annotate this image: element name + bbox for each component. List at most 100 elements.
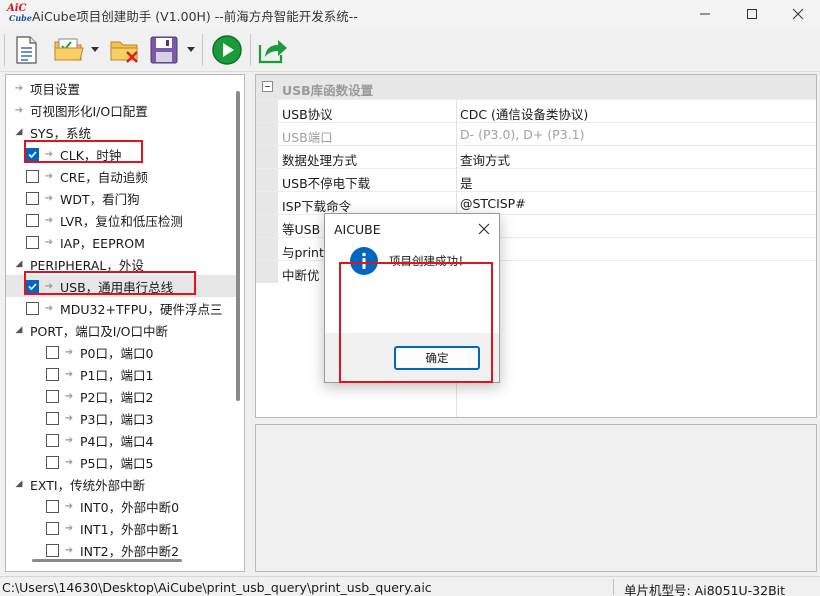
tree-item-checkbox[interactable] — [46, 433, 59, 447]
tree-item-checkbox[interactable] — [46, 411, 59, 425]
tree-item[interactable]: ➔ INT2，外部中断2 — [6, 539, 236, 561]
property-value[interactable]: @STCISP# — [460, 196, 526, 211]
expanded-caret-icon[interactable]: ◢ — [14, 325, 24, 335]
property-row-gutter — [256, 192, 278, 214]
tree-item[interactable]: ➔ MDU32+TFPU，硬件浮点三 — [6, 297, 236, 319]
property-row[interactable]: USB协议 CDC (通信设备类协议) — [256, 99, 816, 122]
close-project-button[interactable] — [108, 33, 142, 67]
property-value[interactable]: CDC (通信设备类协议) — [460, 104, 588, 123]
new-project-button[interactable] — [10, 33, 42, 67]
tree-item-checkbox[interactable] — [46, 367, 59, 381]
tree-item-checkbox[interactable] — [26, 235, 39, 249]
dialog-close-button[interactable] — [473, 218, 495, 240]
tree-item[interactable]: ◢ PORT，端口及I/O口中断 — [6, 319, 236, 341]
property-value[interactable]: 查询方式 — [460, 150, 510, 169]
tree-item[interactable]: ➔ LVR，复位和低压检测 — [6, 209, 236, 231]
tree-item-checkbox[interactable] — [46, 345, 59, 359]
collapse-section-icon[interactable] — [262, 81, 273, 92]
tree-arrow-icon: ➔ — [64, 522, 74, 534]
tree-item-checkbox[interactable] — [46, 389, 59, 403]
tree-item[interactable]: ➔ CRE，自动追频 — [6, 165, 236, 187]
property-row[interactable]: 数据处理方式 查询方式 — [256, 145, 816, 168]
feature-tree-panel[interactable]: ➔ 项目设置 ➔ 可视图形化I/O口配置 ◢ SYS，系统 ➔ CLK，时钟 ➔ CRE，自动追频… — [5, 74, 245, 572]
tree-item-checkbox[interactable] — [26, 301, 39, 315]
tree-item[interactable]: ➔ CLK，时钟 — [6, 143, 236, 165]
tree-item-checkbox[interactable] — [46, 455, 59, 469]
property-section-title: USB库函数设置 — [282, 83, 374, 98]
property-value[interactable]: D- (P3.0), D+ (P3.1) — [460, 127, 584, 142]
save-project-button[interactable] — [148, 33, 180, 67]
save-icon — [150, 36, 178, 64]
tree-item[interactable]: ➔ P2口，端口2 — [6, 385, 236, 407]
tree-item-checkbox[interactable] — [26, 147, 39, 161]
close-window-button[interactable] — [775, 0, 820, 28]
property-row[interactable]: ISP下载命令 @STCISP# — [256, 191, 816, 214]
save-dropdown-arrow-icon[interactable] — [186, 44, 196, 54]
property-description-pane — [255, 424, 817, 572]
tree-item-label: P2口，端口2 — [80, 389, 154, 405]
status-separator — [613, 579, 614, 595]
tree-item-checkbox[interactable] — [26, 213, 39, 227]
open-project-button[interactable] — [52, 33, 86, 67]
property-section-header[interactable]: USB库函数设置 — [256, 75, 816, 99]
expanded-caret-icon[interactable]: ◢ — [14, 259, 24, 269]
export-button[interactable] — [256, 33, 290, 67]
tree-item-checkbox[interactable] — [26, 169, 39, 183]
tree-item[interactable]: ➔ INT0，外部中断0 — [6, 495, 236, 517]
property-row[interactable]: USB不停电下载 是 — [256, 168, 816, 191]
dialog-title: AICUBE — [334, 222, 381, 237]
ok-button[interactable]: 确定 — [394, 346, 480, 370]
tree-arrow-icon: ➔ — [44, 170, 54, 182]
app-logo-line2: Cube — [9, 13, 32, 23]
tree-arrow-icon: ➔ — [44, 192, 54, 204]
tree-vertical-scrollbar[interactable] — [236, 91, 240, 401]
tree-item[interactable]: ➔ P3口，端口3 — [6, 407, 236, 429]
tree-item[interactable]: ➔ P1口，端口1 — [6, 363, 236, 385]
open-dropdown-arrow-icon[interactable] — [90, 44, 100, 54]
tree-item-label: P0口，端口0 — [80, 345, 154, 361]
tree-item[interactable]: ➔ P5口，端口5 — [6, 451, 236, 473]
tree-item[interactable]: ➔ 可视图形化I/O口配置 — [6, 99, 236, 121]
tree-item-checkbox[interactable] — [26, 191, 39, 205]
new-document-icon — [16, 36, 37, 64]
tree-item[interactable]: ➔ USB，通用串行总线 — [6, 275, 236, 297]
property-row-gutter — [256, 169, 278, 191]
tree-item[interactable]: ➔ WDT，看门狗 — [6, 187, 236, 209]
maximize-button[interactable] — [729, 0, 775, 28]
tree-item[interactable]: ➔ P4口，端口4 — [6, 429, 236, 451]
tree-item[interactable]: ➔ P0口，端口0 — [6, 341, 236, 363]
property-name: USB不停电下载 — [282, 176, 371, 191]
tree-item[interactable]: ◢ PERIPHERAL，外设 — [6, 253, 236, 275]
minimize-button[interactable] — [682, 0, 728, 28]
tree-arrow-icon: ➔ — [64, 346, 74, 358]
tree-item-checkbox[interactable] — [46, 521, 59, 535]
expanded-caret-icon[interactable]: ◢ — [14, 479, 24, 489]
tree-item[interactable]: ➔ IAP，EEPROM — [6, 231, 236, 253]
property-value[interactable]: 是 — [460, 173, 473, 192]
minimize-icon — [700, 13, 710, 15]
property-row[interactable]: USB端口 D- (P3.0), D+ (P3.1) — [256, 122, 816, 145]
tree-item[interactable]: ◢ EXTI，传统外部中断 — [6, 473, 236, 495]
tree-item[interactable]: ➔ INT1，外部中断1 — [6, 517, 236, 539]
tree-item[interactable]: ◢ SYS，系统 — [6, 121, 236, 143]
project-path: C:\Users\14630\Desktop\AiCube\print_usb_… — [2, 580, 432, 595]
tree-item[interactable]: ➔ 项目设置 — [6, 77, 236, 99]
tree-item-label: USB，通用串行总线 — [60, 279, 174, 295]
tree-item-checkbox[interactable] — [26, 279, 39, 293]
tree-item-checkbox[interactable] — [46, 543, 59, 557]
tree-arrow-icon: ➔ — [44, 214, 54, 226]
tree-item-checkbox[interactable] — [46, 499, 59, 513]
property-row-gutter — [256, 261, 278, 283]
dialog-footer: 确定 — [325, 333, 499, 382]
run-button[interactable] — [210, 33, 244, 67]
window-title: AiCube项目创建助手 (V1.00H) --前海方舟智能开发系统-- — [32, 9, 358, 24]
app-logo: AiC Cube — [6, 3, 32, 25]
tree-item-label: P3口，端口3 — [80, 411, 154, 427]
info-icon — [350, 247, 378, 275]
tree-arrow-icon: ➔ — [64, 456, 74, 468]
expanded-caret-icon[interactable]: ◢ — [14, 127, 24, 137]
toolbar-separator-2 — [250, 34, 251, 66]
close-project-icon — [110, 41, 138, 63]
tree-horizontal-scrollbar[interactable] — [32, 559, 182, 562]
property-row-gutter — [256, 146, 278, 168]
